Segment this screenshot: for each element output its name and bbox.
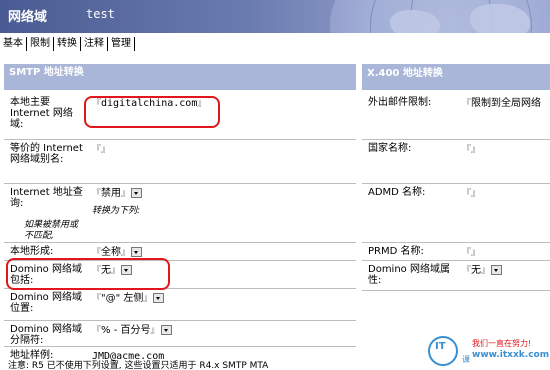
chevron-down-icon[interactable] [491,265,503,275]
prmd-label: PRMD 名称: [368,246,424,257]
country-label: 国家名称: [368,143,412,154]
disabled-note: 如果被禁用或不匹配, [24,220,79,241]
page: 网络域 test 基本 限制 转换 注释 管理 SMTP 地址转换 本地主要 I… [0,0,550,370]
row-domino-attr: Domino 网络域属性: 『无』 [362,261,550,291]
prmd-field[interactable]: 『』 [462,247,480,259]
row-prmd: PRMD 名称: 『』 [362,243,550,261]
domino-position-value: "@" 左侧 [101,293,144,304]
row-address-lookup: Internet 地址查询: 『禁用』 转换为下列: 如果被禁用或不匹配, [4,184,356,243]
watermark: IT 课 我们一直在努力! www.itxxk.com [426,334,550,370]
address-lookup-label: Internet 地址查询: [10,187,83,209]
local-format-label: 本地形成: [10,246,54,257]
admd-field[interactable]: 『』 [462,188,480,200]
tab-conversion[interactable]: 转换 [54,37,81,51]
domino-attr-field[interactable]: 『无』 [462,265,503,277]
chevron-down-icon[interactable] [131,247,143,257]
footer-note: 注意: R5 已不使用下列设置, 这些设置只适用于 R4.x SMTP MTA [8,361,269,370]
domino-separator-field[interactable]: 『% - 百分号』 [92,325,172,337]
chevron-down-icon[interactable] [153,293,165,303]
watermark-url: www.itxxk.com [472,350,550,360]
watermark-slogan: 我们一直在努力! [472,339,532,348]
domino-separator-label: Domino 网络域分隔符: [10,324,82,346]
chevron-down-icon[interactable] [160,325,172,335]
globe-decoration [330,0,550,33]
local-format-value: 全称 [101,247,122,258]
row-domino-position: Domino 网络域位置: 『"@" 左侧』 [4,289,356,321]
outbound-limit-field[interactable]: 『限制到全局网络 [462,98,541,110]
tab-administration[interactable]: 管理 [108,37,135,51]
address-lookup-value: 禁用 [101,188,122,199]
country-field[interactable]: 『』 [462,144,480,156]
admd-label: ADMD 名称: [368,187,426,198]
equivalent-label: 等价的 Internet 网络域别名: [10,143,83,165]
smtp-panel-heading: SMTP 地址转换 [4,64,356,90]
tab-comments[interactable]: 注释 [81,37,108,51]
x400-panel: X.400 地址转换 外出邮件限制: 『限制到全局网络 国家名称: 『』 ADM… [362,64,550,291]
watermark-logo-text: IT [435,341,446,352]
row-country: 国家名称: 『』 [362,140,550,184]
tab-basic[interactable]: 基本 [0,37,27,51]
tab-restrictions[interactable]: 限制 [27,37,54,51]
page-subtitle: test [86,7,115,21]
window-header: 网络域 test [0,0,550,33]
row-admd: ADMD 名称: 『』 [362,184,550,243]
highlight-box-domino-include [6,258,170,290]
domino-position-field[interactable]: 『"@" 左侧』 [92,293,165,305]
outbound-limit-value: 限制到全局网络 [471,98,542,109]
watermark-ke: 课 [462,355,470,364]
domino-separator-value: % - 百分号 [101,325,151,336]
domino-attr-label: Domino 网络域属性: [368,264,450,286]
tab-bar: 基本 限制 转换 注释 管理 [0,36,135,52]
equivalent-field[interactable]: 『』 [92,144,110,156]
domino-attr-value: 无 [471,265,482,276]
row-domino-separator: Domino 网络域分隔符: 『% - 百分号』 [4,321,356,347]
highlight-box-local-domain [84,96,220,128]
row-outbound-limit: 外出邮件限制: 『限制到全局网络 [362,94,550,140]
domino-position-label: Domino 网络域位置: [10,292,82,314]
row-equivalent: 等价的 Internet 网络域别名: 『』 [4,140,356,184]
address-example-label: 地址样例: [10,350,54,361]
convert-to-label: 转换为下列: [92,206,141,216]
outbound-limit-label: 外出邮件限制: [368,97,432,108]
x400-panel-heading: X.400 地址转换 [362,64,550,90]
local-primary-label: 本地主要 Internet 网络域: [10,97,73,130]
chevron-down-icon[interactable] [131,188,143,198]
page-title: 网络域 [8,10,48,25]
address-lookup-field[interactable]: 『禁用』 [92,188,143,200]
